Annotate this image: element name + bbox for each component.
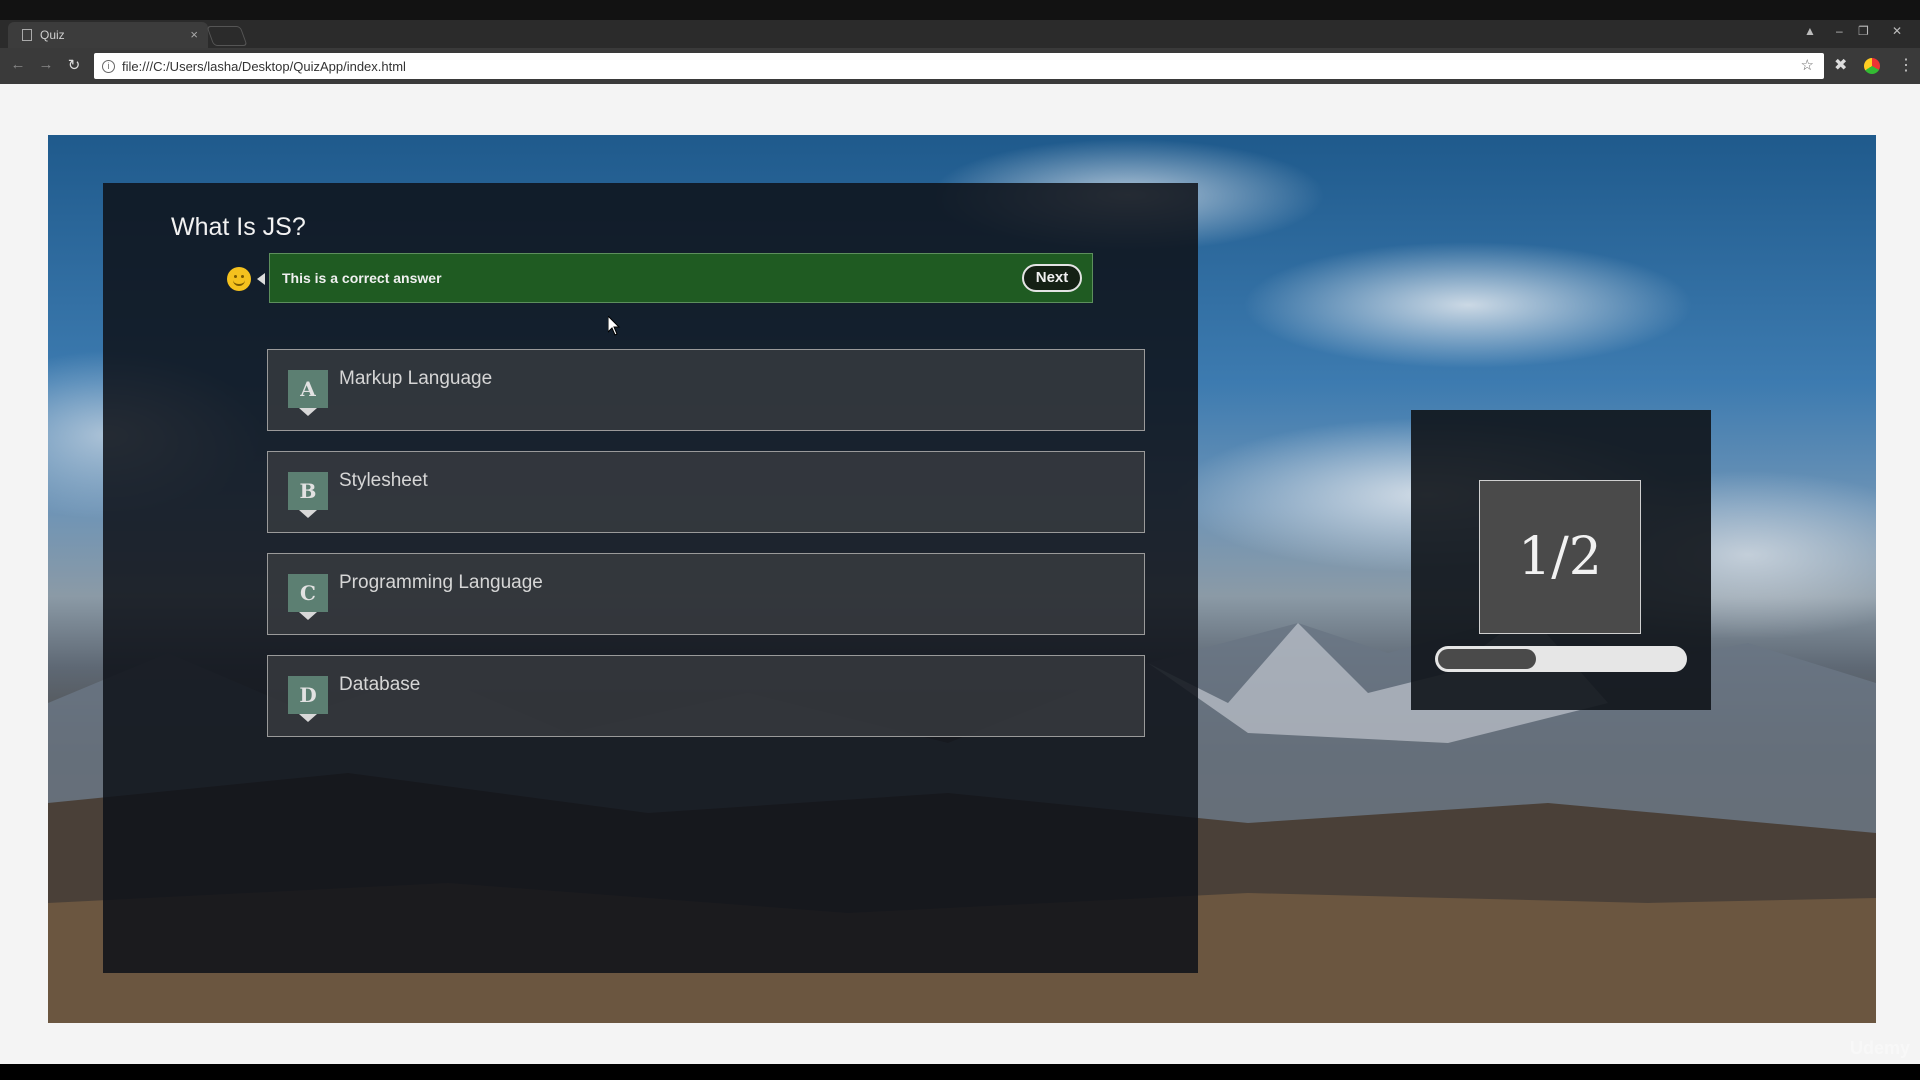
bottom-bar	[0, 1064, 1920, 1080]
back-icon[interactable]: ←	[8, 56, 28, 73]
tab-title: Quiz	[40, 28, 65, 42]
address-bar[interactable]: i file:///C:/Users/lasha/Desktop/QuizApp…	[94, 53, 1824, 79]
question-counter: 1/2	[1479, 480, 1641, 634]
browser-toolbar: ← → ↻ i file:///C:/Users/lasha/Desktop/Q…	[0, 48, 1920, 84]
letter-pointer-icon	[299, 510, 317, 518]
reload-icon[interactable]: ↻	[64, 56, 84, 74]
smiley-icon	[227, 267, 251, 291]
answer-option-a[interactable]: A Markup Language	[267, 349, 1145, 431]
new-tab-button[interactable]	[206, 26, 248, 46]
quiz-panel: What Is JS? This is a correct answer Nex…	[103, 183, 1198, 973]
answer-option-c[interactable]: C Programming Language	[267, 553, 1145, 635]
option-letter: C	[288, 574, 328, 612]
user-icon[interactable]: ▲	[1804, 24, 1816, 38]
answer-option-b[interactable]: B Stylesheet	[267, 451, 1145, 533]
option-label: Markup Language	[339, 368, 493, 389]
chrome-account-icon[interactable]	[1864, 58, 1880, 74]
letter-pointer-icon	[299, 612, 317, 620]
url-text: file:///C:/Users/lasha/Desktop/QuizApp/i…	[122, 58, 406, 74]
option-label: Database	[339, 674, 421, 695]
question-title: What Is JS?	[171, 213, 306, 241]
os-titlebar	[0, 0, 1920, 20]
screen: Quiz × ▲ – ❐ ✕ ← → ↻ i file:///C:/Users/…	[0, 0, 1920, 1080]
info-icon[interactable]: i	[102, 59, 115, 73]
tab-strip: Quiz ×	[0, 20, 1920, 48]
next-button[interactable]: Next	[1022, 264, 1082, 292]
tab-close-icon[interactable]: ×	[190, 27, 198, 42]
forward-icon[interactable]: →	[36, 56, 56, 73]
option-letter: D	[288, 676, 328, 714]
option-label: Programming Language	[339, 572, 543, 593]
document-icon	[22, 29, 32, 41]
answer-option-d[interactable]: D Database	[267, 655, 1145, 737]
bookmark-star-icon[interactable]: ☆	[1801, 56, 1814, 74]
option-label: Stylesheet	[339, 470, 428, 491]
option-letter: B	[288, 472, 328, 510]
menu-icon[interactable]: ⋮	[1898, 55, 1914, 75]
restore-icon[interactable]: ❐	[1858, 24, 1869, 38]
udemy-watermark: Udemy	[1849, 1038, 1910, 1058]
letter-pointer-icon	[299, 408, 317, 416]
progress-fill	[1438, 649, 1536, 669]
extension-icon[interactable]: ✖	[1834, 55, 1847, 75]
minimize-icon[interactable]: –	[1836, 24, 1843, 38]
pointer-left-icon	[257, 273, 265, 285]
feedback-row: This is a correct answer Next	[227, 253, 1093, 303]
feedback-message: This is a correct answer Next	[269, 253, 1093, 303]
letter-pointer-icon	[299, 714, 317, 722]
feedback-text: This is a correct answer	[282, 270, 442, 286]
progress-panel: 1/2	[1411, 410, 1711, 710]
quiz-app: What Is JS? This is a correct answer Nex…	[48, 135, 1876, 1023]
window-close-icon[interactable]: ✕	[1892, 24, 1902, 38]
progress-bar	[1435, 646, 1687, 672]
option-letter: A	[288, 370, 328, 408]
browser-tab[interactable]: Quiz ×	[8, 22, 208, 48]
